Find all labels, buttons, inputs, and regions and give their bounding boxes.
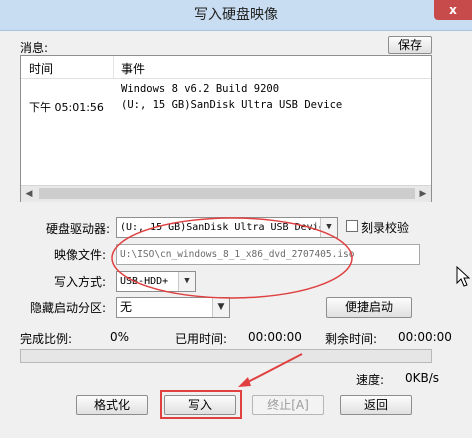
drive-select[interactable]: (U:, 15 GB)SanDisk Ultra USB Devic ▼ — [116, 217, 338, 238]
row-time: 下午 05:01:56 — [29, 101, 104, 114]
hidden-partition-value: 无 — [120, 300, 133, 314]
chevron-down-icon: ▼ — [320, 218, 337, 237]
column-event[interactable]: 事件 — [121, 60, 145, 77]
progress-bar — [20, 349, 432, 363]
image-file-label: 映像文件: — [54, 248, 107, 262]
scroll-thumb[interactable] — [39, 188, 415, 199]
column-time[interactable]: 时间 — [29, 60, 53, 77]
list-header: 时间 事件 — [21, 56, 431, 79]
message-list[interactable]: 时间 事件 Windows 8 v6.2 Build 9200 下午 05:01… — [20, 55, 432, 202]
quick-boot-button[interactable]: 便捷启动 — [326, 297, 412, 318]
back-button[interactable]: 返回 — [340, 395, 412, 415]
write-button[interactable]: 写入 — [164, 395, 236, 415]
annotation-arrow-head — [238, 377, 251, 387]
drive-select-value: (U:, 15 GB)SanDisk Ultra USB Devic — [120, 222, 325, 233]
progress-label: 完成比例: — [20, 332, 73, 346]
column-divider — [113, 56, 114, 78]
chevron-down-icon: ▼ — [178, 272, 195, 291]
speed-label: 速度: — [356, 373, 385, 387]
elapsed-label: 已用时间: — [175, 332, 228, 346]
remaining-value: 00:00:00 — [398, 330, 452, 344]
hidden-partition-label: 隐藏启动分区: — [30, 301, 107, 315]
write-method-select[interactable]: USB-HDD+ ▼ — [116, 271, 196, 292]
horizontal-scrollbar[interactable]: ◀ ▶ — [21, 185, 431, 202]
row-event: Windows 8 v6.2 Build 9200 — [121, 83, 280, 95]
verify-checkbox[interactable] — [346, 220, 358, 232]
write-method-value: USB-HDD+ — [120, 276, 169, 287]
scroll-right-icon[interactable]: ▶ — [415, 186, 431, 202]
remaining-label: 剩余时间: — [325, 332, 378, 346]
image-file-input[interactable]: U:\ISO\cn_windows_8_1_x86_dvd_2707405.is… — [116, 244, 420, 265]
window-title: 写入硬盘映像 — [194, 7, 278, 23]
save-button[interactable]: 保存 — [388, 36, 432, 54]
chevron-down-icon: ▼ — [212, 298, 229, 317]
mouse-cursor-icon — [456, 266, 471, 287]
close-icon: x — [449, 3, 457, 17]
speed-value: 0KB/s — [405, 371, 440, 385]
messages-label: 消息: — [20, 41, 49, 55]
elapsed-value: 00:00:00 — [248, 330, 302, 344]
abort-button: 终止[A] — [252, 395, 324, 415]
format-button[interactable]: 格式化 — [76, 395, 148, 415]
table-row[interactable]: Windows 8 v6.2 Build 9200 — [21, 81, 431, 97]
hidden-partition-select[interactable]: 无 ▼ — [116, 297, 230, 318]
verify-label: 刻录校验 — [361, 221, 410, 235]
table-row[interactable]: 下午 05:01:56 (U:, 15 GB)SanDisk Ultra USB… — [21, 97, 431, 114]
close-button[interactable]: x — [434, 0, 472, 20]
scroll-left-icon[interactable]: ◀ — [21, 186, 37, 202]
progress-value: 0% — [110, 330, 130, 344]
drive-label: 硬盘驱动器: — [46, 222, 111, 236]
write-method-label: 写入方式: — [54, 275, 107, 289]
row-event: (U:, 15 GB)SanDisk Ultra USB Device — [121, 99, 343, 111]
